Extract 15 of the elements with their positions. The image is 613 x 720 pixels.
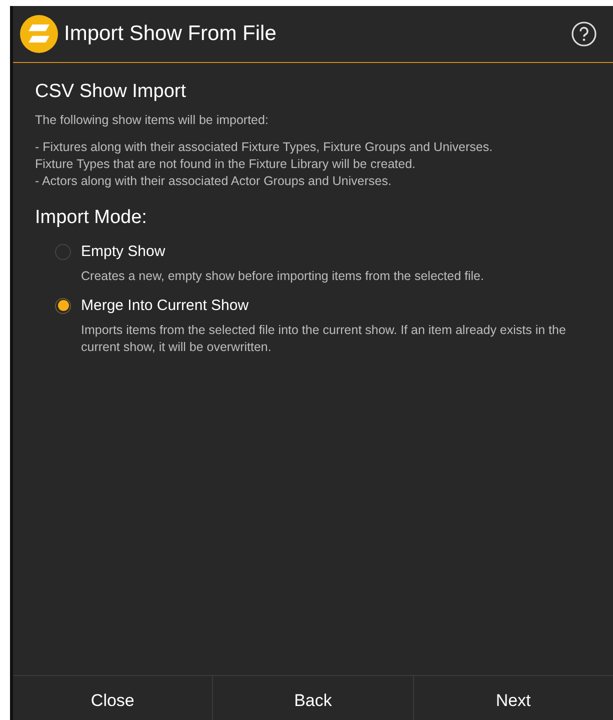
section-heading: CSV Show Import	[35, 81, 187, 103]
help-icon[interactable]	[571, 21, 597, 47]
section-heading: Import Mode:	[35, 207, 148, 229]
intro-text: The following show items will be imported:	[35, 113, 270, 127]
logo-icon	[20, 15, 58, 53]
detail-text: Fixture Types that are not found in the Fixture Library will be created.	[35, 156, 417, 173]
option-description: Imports items from the selected file into the current show. If an item already exists in the current show, it will be overwritten.	[81, 322, 567, 356]
radio-button[interactable]	[55, 298, 71, 314]
option-label: Merge Into Current Show	[81, 297, 249, 314]
radio-button[interactable]	[55, 244, 71, 260]
window-title: Import Show From File	[64, 22, 278, 46]
detail-text: - Actors along with their associated Actor Groups and Universes.	[35, 173, 392, 190]
option-label: Empty Show	[81, 243, 166, 260]
option-description: Creates a new, empty show before importing items from the selected file.	[81, 268, 485, 285]
detail-text: - Fixtures along with their associated Fixture Types, Fixture Groups and Universes.	[35, 139, 494, 156]
